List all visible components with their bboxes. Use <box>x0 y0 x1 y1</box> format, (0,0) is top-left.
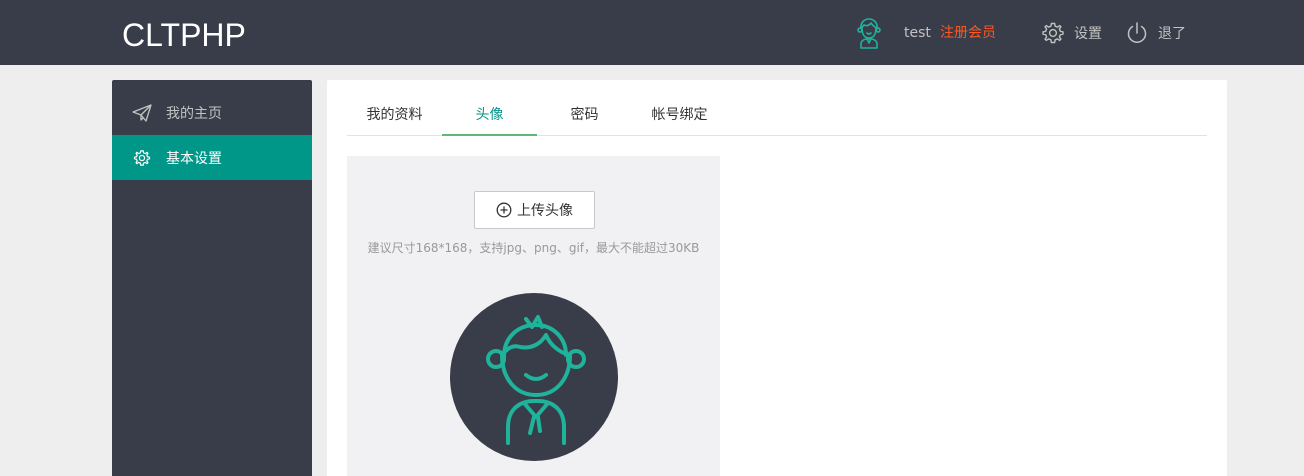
sidebar-item-label: 我的主页 <box>166 105 222 122</box>
upload-avatar-label: 上传头像 <box>517 203 573 219</box>
site-logo[interactable]: CLTPHP <box>122 16 246 54</box>
power-icon <box>1125 21 1149 45</box>
tab-bar: 我的资料 头像 密码 帐号绑定 <box>347 96 1207 136</box>
paper-plane-icon <box>132 103 152 123</box>
sidebar: 我的主页 基本设置 <box>112 80 312 476</box>
top-header: CLTPHP test 注册会员 设置 退了 <box>0 0 1304 65</box>
register-member-link[interactable]: 注册会员 <box>940 24 996 42</box>
tab-password[interactable]: 密码 <box>537 96 632 136</box>
main-content: 我的资料 头像 密码 帐号绑定 上传头像 建议尺寸168*168，支持jpg、p… <box>327 80 1227 476</box>
settings-label: 设置 <box>1074 26 1102 42</box>
avatar-preview <box>450 293 618 461</box>
logout-button[interactable]: 退了 <box>1125 20 1186 46</box>
user-avatar-icon[interactable] <box>856 17 882 49</box>
upload-hint: 建议尺寸168*168，支持jpg、png、gif，最大不能超过30KB <box>367 241 700 255</box>
sidebar-item-home[interactable]: 我的主页 <box>112 90 312 135</box>
boy-avatar-icon <box>486 315 586 445</box>
avatar-upload-panel: 上传头像 建议尺寸168*168，支持jpg、png、gif，最大不能超过30K… <box>347 156 720 476</box>
upload-avatar-button[interactable]: 上传头像 <box>474 191 595 229</box>
gear-icon <box>132 148 152 168</box>
tab-avatar[interactable]: 头像 <box>442 96 537 136</box>
sidebar-item-basic-settings[interactable]: 基本设置 <box>112 135 312 180</box>
plus-circle-icon <box>496 202 512 218</box>
sidebar-item-label: 基本设置 <box>166 150 222 167</box>
tab-my-profile[interactable]: 我的资料 <box>347 96 442 136</box>
logout-label: 退了 <box>1158 26 1186 42</box>
username[interactable]: test <box>904 24 931 42</box>
gear-icon <box>1041 21 1065 45</box>
settings-button[interactable]: 设置 <box>1041 20 1102 46</box>
tab-account-binding[interactable]: 帐号绑定 <box>632 96 727 136</box>
